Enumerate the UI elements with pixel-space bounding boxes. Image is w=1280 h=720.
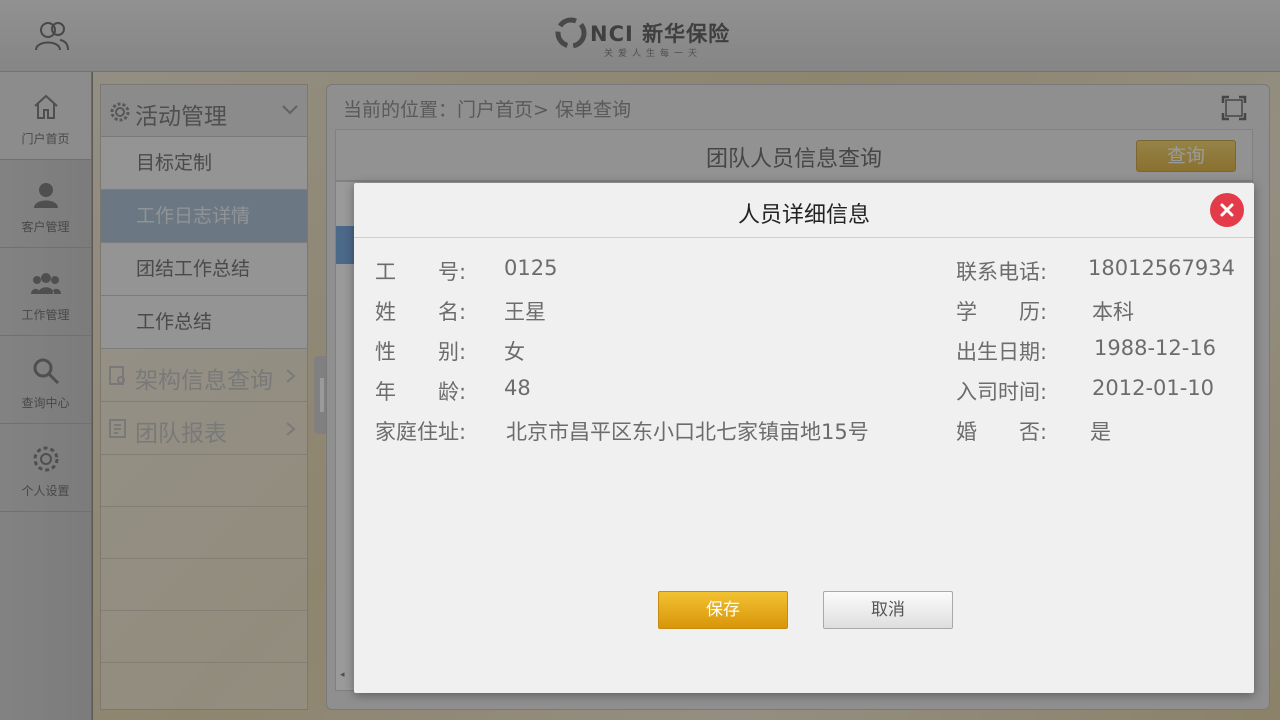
- field-address: 家庭住址: 北京市昌平区东小口北七家镇亩地15号: [375, 416, 935, 446]
- field-value: 女: [504, 340, 525, 364]
- field-age: 年 龄: 48: [375, 376, 935, 406]
- field-label: 出生日期:: [956, 340, 1048, 364]
- person-detail-dialog: 人员详细信息 工 号: 0125 姓 名: 王星 性 别: 女 年 龄: 48 …: [354, 183, 1254, 693]
- cancel-button[interactable]: 取消: [823, 591, 953, 629]
- field-birthdate: 出生日期: 1988-12-16: [956, 336, 1246, 366]
- field-phone: 联系电话: 18012567934: [956, 256, 1246, 286]
- field-label: 工 号:: [375, 260, 467, 284]
- field-name: 姓 名: 王星: [375, 296, 935, 326]
- field-value: 18012567934: [1088, 256, 1235, 280]
- field-value: 2012-01-10: [1092, 376, 1215, 400]
- field-label: 年 龄:: [375, 380, 467, 404]
- field-value: 0125: [504, 256, 558, 280]
- field-label: 家庭住址:: [375, 420, 467, 444]
- field-value: 王星: [504, 300, 546, 324]
- dialog-title: 人员详细信息: [737, 203, 870, 228]
- field-gender: 性 别: 女: [375, 336, 935, 366]
- field-label: 联系电话:: [956, 260, 1048, 284]
- save-button[interactable]: 保存: [658, 591, 788, 629]
- field-employee-id: 工 号: 0125: [375, 256, 935, 286]
- field-label: 入司时间:: [956, 380, 1048, 404]
- field-value: 1988-12-16: [1094, 336, 1217, 360]
- field-education: 学 历: 本科: [956, 296, 1246, 326]
- field-value: 是: [1090, 420, 1111, 444]
- field-value: 本科: [1092, 300, 1134, 324]
- field-label: 婚 否:: [956, 420, 1048, 444]
- close-button[interactable]: [1210, 193, 1244, 227]
- field-join-date: 入司时间: 2012-01-10: [956, 376, 1246, 406]
- field-label: 学 历:: [956, 300, 1048, 324]
- field-label: 性 别:: [375, 340, 467, 364]
- dialog-header: 人员详细信息: [354, 183, 1254, 238]
- close-icon: [1220, 203, 1234, 217]
- field-value: 北京市昌平区东小口北七家镇亩地15号: [506, 420, 869, 444]
- field-marital-status: 婚 否: 是: [956, 416, 1246, 446]
- field-label: 姓 名:: [375, 300, 467, 324]
- field-value: 48: [504, 376, 531, 400]
